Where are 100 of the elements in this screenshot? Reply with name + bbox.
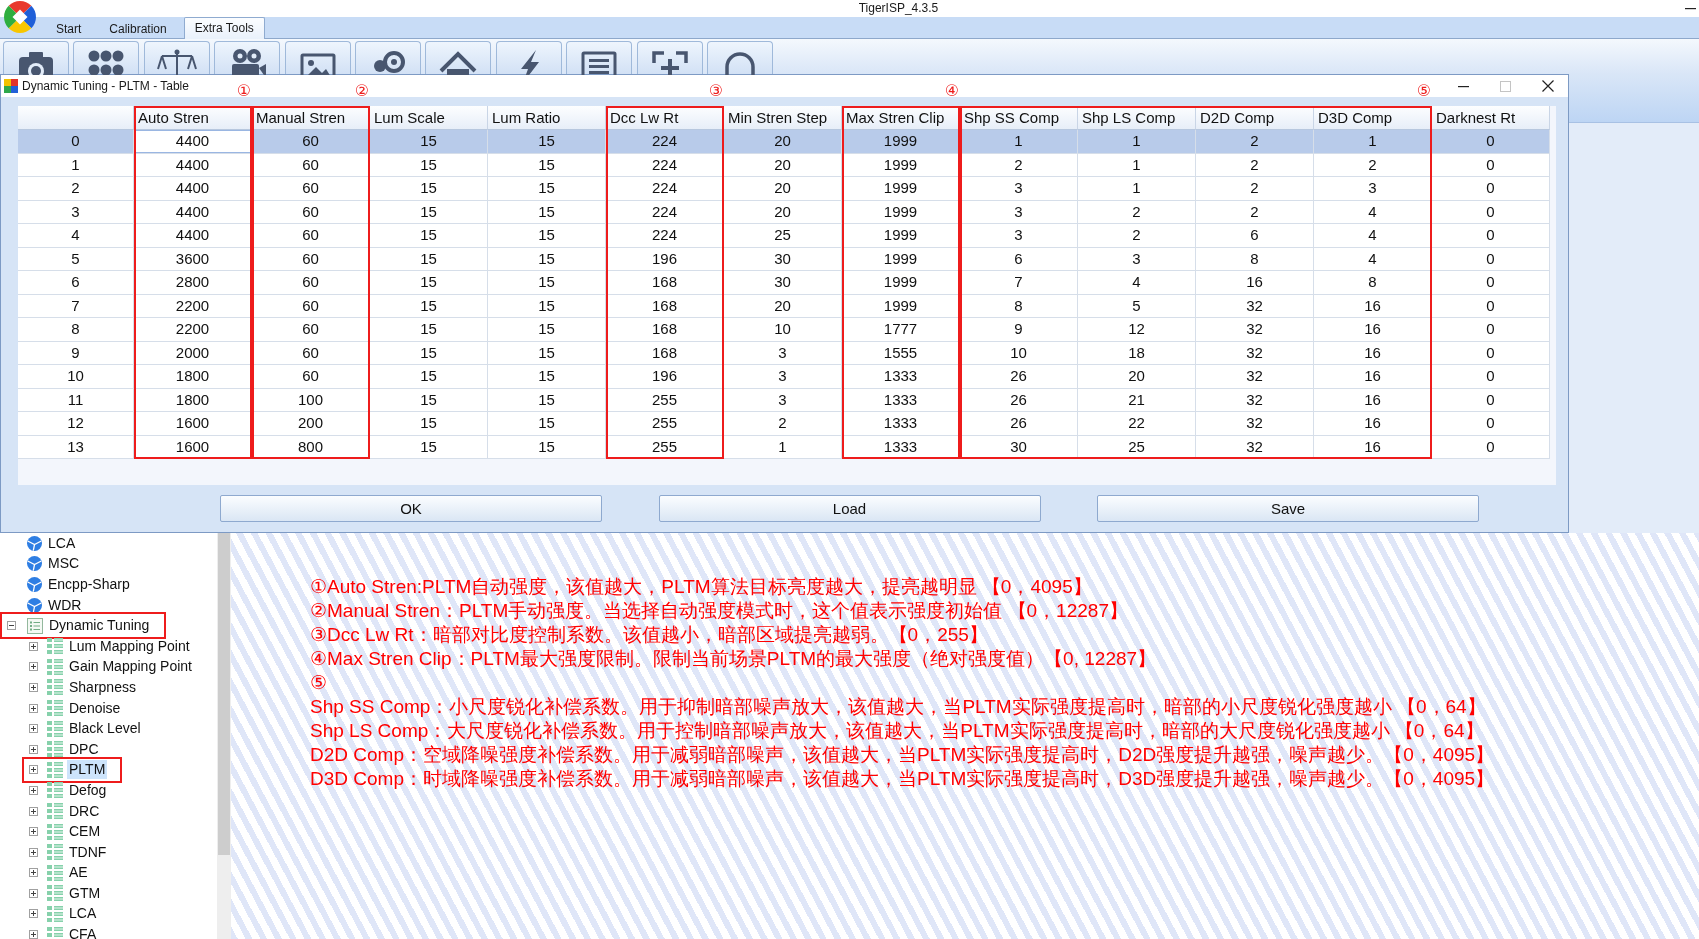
tree-item[interactable]: Gain Mapping Point — [67, 657, 194, 677]
toolbar-button[interactable] — [73, 41, 140, 74]
minus-box-icon[interactable] — [7, 621, 16, 631]
tree-item[interactable]: DPC — [67, 739, 101, 759]
tree-item[interactable]: Dynamic Tuning — [47, 616, 152, 636]
table-cell: 16 — [1314, 294, 1432, 318]
column-header: Max Stren Clip — [842, 106, 960, 130]
row-header[interactable]: 7 — [18, 294, 134, 318]
table-cell: 15 — [488, 341, 606, 365]
toolbar-button[interactable] — [425, 41, 492, 74]
table-cell: 26 — [960, 388, 1078, 412]
toolbar-button[interactable] — [636, 41, 703, 74]
row-header[interactable]: 6 — [18, 271, 134, 295]
table-cell: 1999 — [842, 294, 960, 318]
table-cell: 16 — [1314, 341, 1432, 365]
toolbar-button[interactable] — [495, 41, 562, 74]
table-cell: 3 — [1314, 177, 1432, 201]
tree-item[interactable]: LCA — [67, 904, 99, 924]
row-header[interactable]: 5 — [18, 247, 134, 271]
toolbar-button[interactable] — [143, 41, 210, 74]
table-cell: 15 — [370, 247, 488, 271]
toolbar-button[interactable] — [284, 41, 351, 74]
table-cell: 3 — [724, 365, 842, 389]
plus-box-icon[interactable] — [29, 909, 38, 919]
tree-item[interactable]: WDR — [46, 595, 84, 615]
row-header[interactable]: 3 — [18, 200, 134, 224]
tree-item[interactable]: LCA — [46, 533, 78, 553]
plus-box-icon[interactable] — [29, 806, 38, 816]
row-header[interactable]: 13 — [18, 435, 134, 459]
tree-item[interactable]: MSC — [46, 554, 82, 574]
plus-box-icon[interactable] — [29, 827, 38, 837]
dialog-button[interactable]: Load — [658, 495, 1041, 522]
row-header[interactable]: 1 — [18, 153, 134, 177]
plus-box-icon[interactable] — [29, 765, 38, 775]
tree-item[interactable]: CFA — [67, 925, 99, 939]
row-header[interactable]: 4 — [18, 224, 134, 248]
table-cell: 255 — [606, 388, 724, 412]
tree-item[interactable]: Denoise — [67, 698, 123, 718]
table-cell: 20 — [724, 200, 842, 224]
plus-box-icon[interactable] — [29, 641, 38, 651]
tab[interactable]: Start — [45, 19, 93, 39]
plus-box-icon[interactable] — [29, 847, 38, 857]
callout-number: ② — [354, 82, 369, 100]
table-cell: 255 — [606, 435, 724, 459]
row-header[interactable]: 12 — [18, 412, 134, 436]
dialog-button[interactable]: OK — [220, 495, 602, 522]
row-header[interactable]: 8 — [18, 318, 134, 342]
table-cell: 15 — [370, 435, 488, 459]
toolbar-button[interactable] — [3, 41, 69, 74]
table-cell: 18 — [1078, 341, 1196, 365]
plus-box-icon[interactable] — [29, 662, 38, 672]
tree-item[interactable]: AE — [67, 863, 90, 883]
table-cell: 168 — [606, 271, 724, 295]
table-cell: 15 — [488, 200, 606, 224]
table-cell: 16 — [1314, 435, 1432, 459]
plus-box-icon[interactable] — [29, 724, 38, 734]
toolbar-button[interactable] — [706, 41, 773, 74]
window-title: TigerISP_4.3.5 — [858, 1, 939, 16]
dialog-button[interactable]: Save — [1097, 495, 1479, 522]
plus-box-icon[interactable] — [29, 888, 38, 898]
plus-box-icon[interactable] — [29, 703, 38, 713]
toolbar-button[interactable] — [214, 41, 281, 74]
row-header[interactable]: 10 — [18, 365, 134, 389]
tree-item[interactable]: GTM — [67, 883, 103, 903]
table-cell: 0 — [1432, 153, 1550, 177]
tree-item[interactable]: Encpp-Sharp — [46, 575, 132, 594]
table-cell: 25 — [724, 224, 842, 248]
tree-item[interactable]: PLTM — [67, 760, 108, 780]
table-cell: 1 — [1078, 153, 1196, 177]
tree-item[interactable]: TDNF — [67, 842, 109, 862]
table-cell: 0 — [1432, 435, 1550, 459]
toolbar-button[interactable] — [566, 41, 633, 74]
plus-box-icon[interactable] — [29, 868, 38, 878]
tree-item[interactable]: Black Level — [67, 719, 143, 739]
tree-item[interactable]: Sharpness — [67, 677, 138, 697]
callout-number: ④ — [944, 82, 959, 100]
tab[interactable]: Extra Tools — [183, 17, 265, 39]
table-cell: 32 — [1196, 365, 1314, 389]
plus-box-icon[interactable] — [29, 682, 38, 692]
tree-item[interactable]: DRC — [67, 801, 102, 821]
tree-item[interactable]: Defog — [67, 780, 109, 800]
table-cell: 60 — [252, 200, 370, 224]
row-header[interactable]: 0 — [18, 130, 134, 154]
close-icon[interactable] — [1542, 80, 1554, 92]
table-cell: 0 — [1432, 412, 1550, 436]
table-cell: 4400 — [134, 177, 252, 201]
row-header[interactable]: 11 — [18, 388, 134, 412]
plus-box-icon[interactable] — [29, 785, 38, 795]
table-cell: 4 — [1314, 247, 1432, 271]
row-header[interactable]: 2 — [18, 177, 134, 201]
tree-item[interactable]: Lum Mapping Point — [67, 636, 192, 656]
table-icon — [47, 679, 63, 696]
tab[interactable]: Calibration — [98, 19, 178, 39]
row-header[interactable]: 9 — [18, 341, 134, 365]
minimize-icon[interactable] — [1685, 7, 1696, 10]
scrollbar-thumb[interactable] — [218, 533, 230, 855]
plus-box-icon[interactable] — [29, 930, 38, 939]
tree-item[interactable]: CEM — [67, 822, 103, 842]
toolbar-button[interactable] — [354, 41, 421, 74]
plus-box-icon[interactable] — [29, 744, 38, 754]
